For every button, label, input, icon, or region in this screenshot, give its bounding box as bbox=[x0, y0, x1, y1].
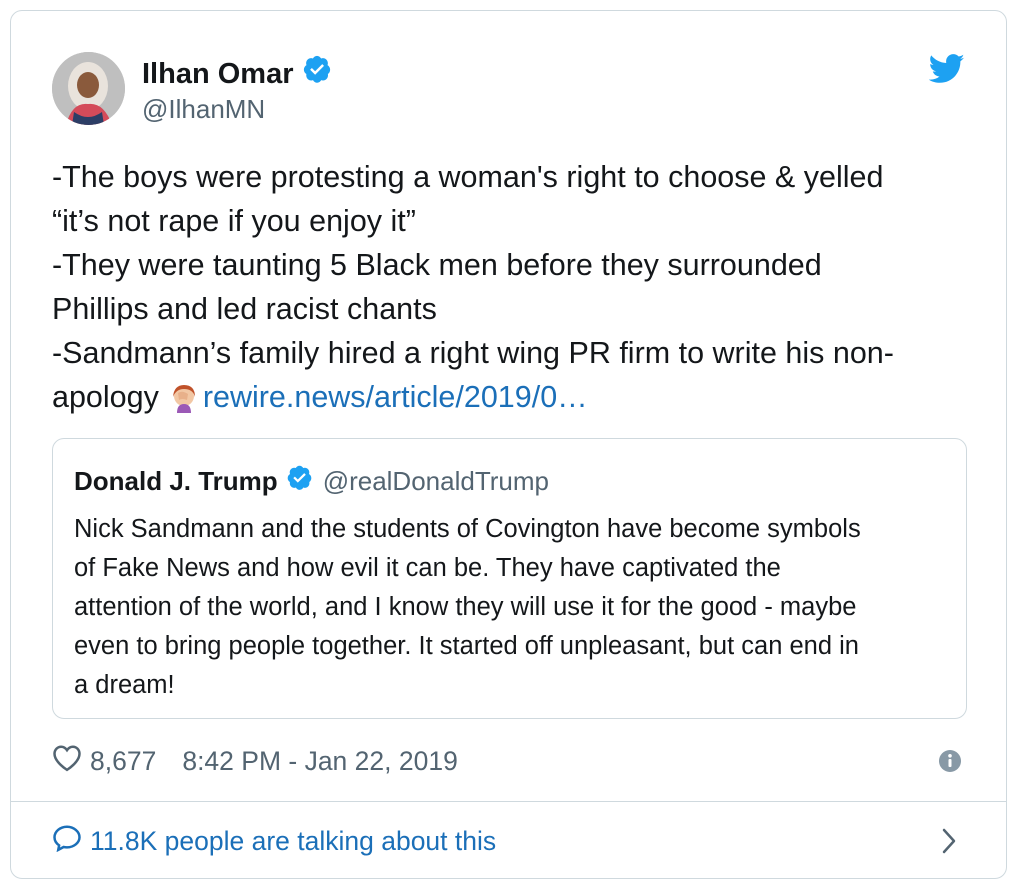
quoted-author-handle[interactable]: @realDonaldTrump bbox=[323, 465, 549, 497]
tweet-last-line: apology rewire.news/article/2019/0… bbox=[52, 375, 952, 425]
talking-count[interactable]: 11.8K people are talking about this bbox=[90, 826, 496, 857]
quoted-line: Nick Sandmann and the students of Coving… bbox=[74, 515, 861, 543]
quoted-line: of Fake News and how evil it can be. The… bbox=[74, 554, 781, 582]
author-name-row[interactable]: Ilhan Omar bbox=[142, 54, 332, 93]
tweet-line: Phillips and led racist chants bbox=[52, 292, 437, 326]
tweet-card: Ilhan Omar @IlhanMN -The boys were prote… bbox=[10, 10, 1007, 879]
divider bbox=[11, 801, 1006, 802]
info-icon[interactable] bbox=[938, 749, 962, 778]
speech-bubble-icon bbox=[52, 824, 82, 859]
chevron-right-icon[interactable] bbox=[939, 826, 959, 861]
article-link[interactable]: rewire.news/article/2019/0… bbox=[203, 380, 588, 414]
quoted-line: attention of the world, and I know they … bbox=[74, 593, 857, 621]
quoted-header: Donald J. Trump @realDonaldTrump bbox=[74, 464, 549, 498]
conversation-link[interactable]: 11.8K people are talking about this bbox=[52, 821, 496, 861]
tweet-meta: 8,677 8:42 PM - Jan 22, 2019 bbox=[52, 743, 458, 779]
timestamp[interactable]: 8:42 PM - Jan 22, 2019 bbox=[182, 746, 457, 777]
author-name[interactable]: Ilhan Omar bbox=[142, 56, 294, 92]
quoted-line: a dream! bbox=[74, 671, 175, 699]
tweet-line: apology bbox=[52, 380, 159, 414]
verified-badge-icon bbox=[302, 54, 332, 93]
tweet-line: -The boys were protesting a woman's righ… bbox=[52, 160, 884, 194]
tweet-line: “it’s not rape if you enjoy it” bbox=[52, 204, 416, 238]
tweet-text: -The boys were protesting a woman's righ… bbox=[52, 155, 952, 425]
quoted-line: even to bring people together. It starte… bbox=[74, 632, 859, 660]
quoted-author-name[interactable]: Donald J. Trump bbox=[74, 465, 278, 497]
author-handle[interactable]: @IlhanMN bbox=[142, 93, 265, 125]
like-count[interactable]: 8,677 bbox=[90, 746, 156, 777]
avatar[interactable] bbox=[52, 52, 125, 125]
quoted-text: Nick Sandmann and the students of Coving… bbox=[74, 510, 954, 705]
tweet-line: -Sandmann’s family hired a right wing PR… bbox=[52, 336, 894, 370]
quoted-tweet[interactable]: Donald J. Trump @realDonaldTrump Nick Sa… bbox=[52, 438, 967, 719]
face-palm-emoji bbox=[169, 381, 199, 425]
verified-badge-icon bbox=[286, 464, 313, 498]
tweet-line: -They were taunting 5 Black men before t… bbox=[52, 248, 822, 282]
heart-icon[interactable] bbox=[52, 744, 82, 779]
twitter-bird-icon[interactable] bbox=[928, 54, 965, 89]
